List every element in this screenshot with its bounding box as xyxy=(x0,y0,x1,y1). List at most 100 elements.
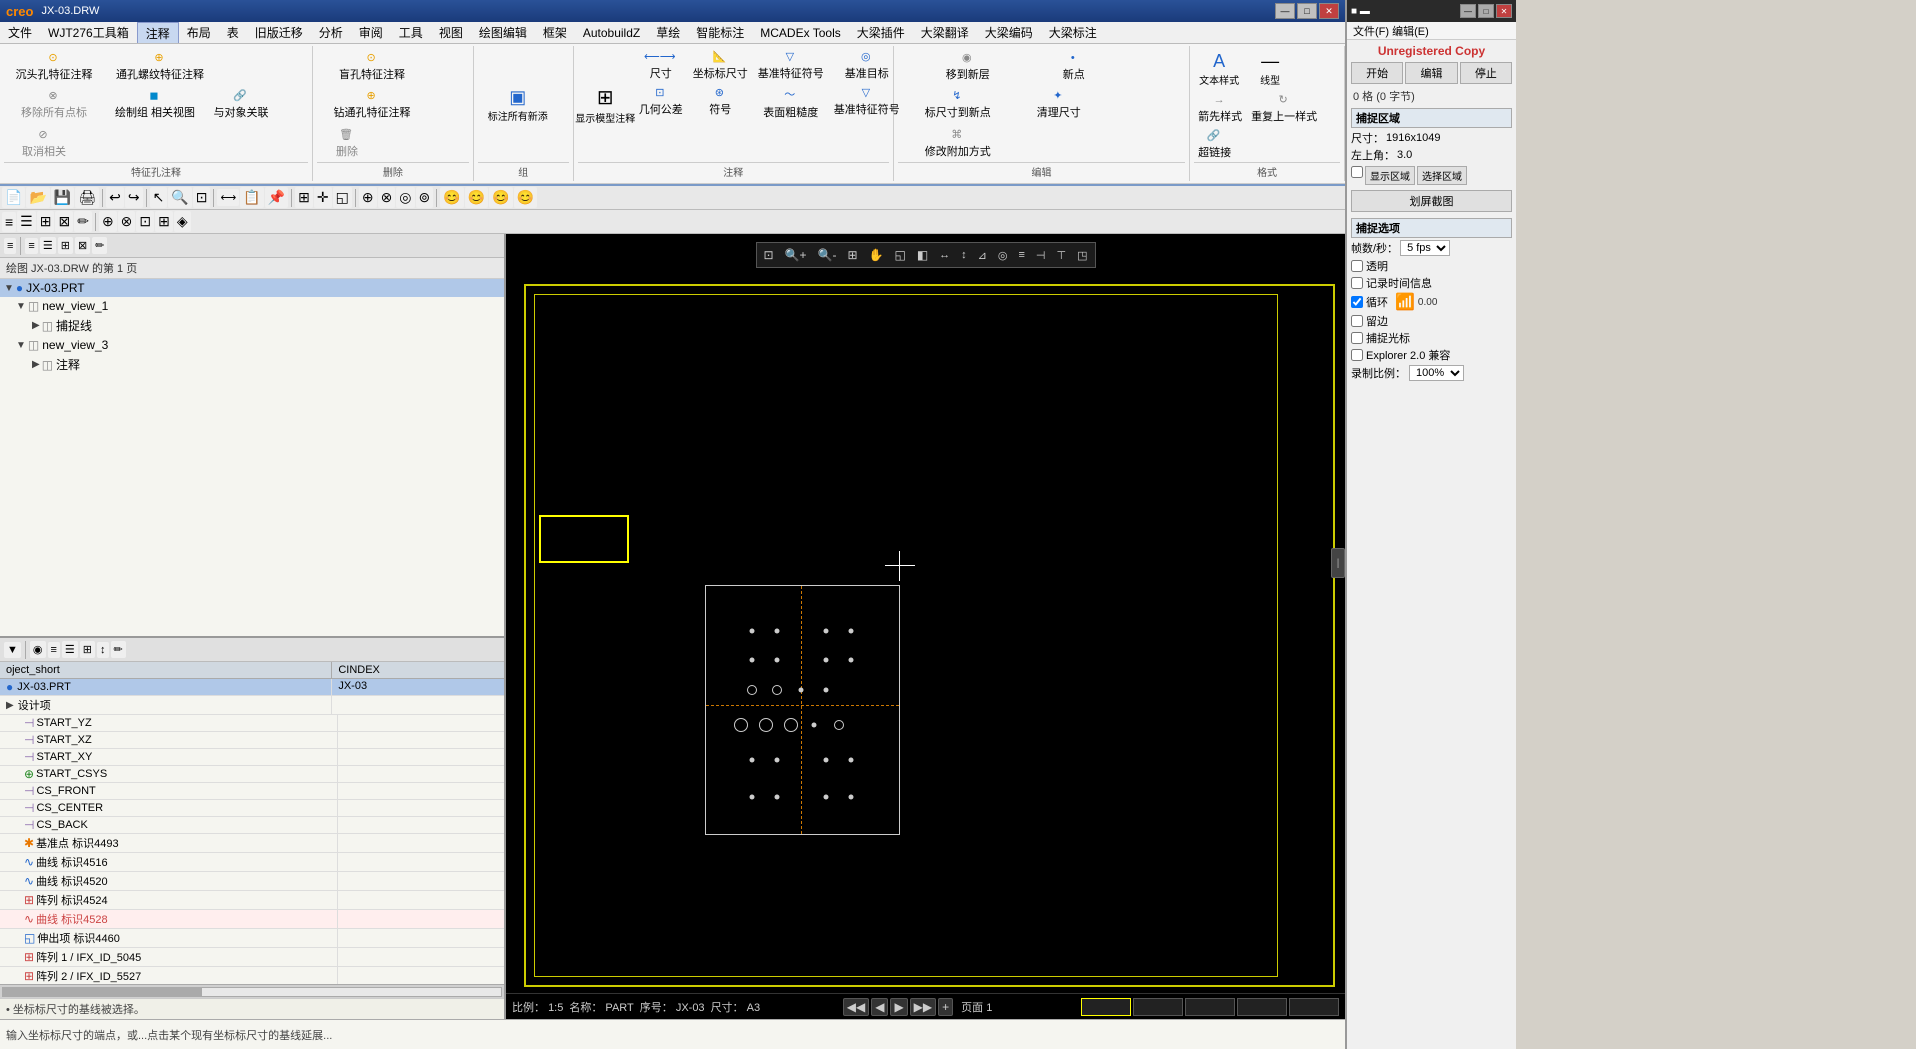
tb-save[interactable]: 💾 xyxy=(51,187,74,208)
tb-more4[interactable]: ⊚ xyxy=(416,187,434,208)
btn-new-point[interactable]: •新点 xyxy=(1039,48,1109,85)
ptb2-list4[interactable]: ⊞ xyxy=(80,641,95,658)
table-row-start-yz[interactable]: ⊣ START_YZ xyxy=(0,715,504,732)
tb2-more3[interactable]: ⊡ xyxy=(136,211,154,232)
btn-through-thread[interactable]: ⊕ 通孔螺纹特征注释 xyxy=(105,48,215,85)
canvas-btn-view[interactable]: ◧ xyxy=(912,245,933,265)
menu-sketch[interactable]: 草绘 xyxy=(648,22,688,43)
tb2-more5[interactable]: ◈ xyxy=(174,211,191,232)
table-row-arr1[interactable]: ⊞ 阵列 1 / IFX_ID_5045 xyxy=(0,948,504,967)
btn-datum-target[interactable]: ◎基准目标 xyxy=(830,48,904,83)
tb-open[interactable]: 📂 xyxy=(26,187,49,208)
btn-show-model-annot[interactable]: ⊞ 显示模型注释 xyxy=(578,48,633,162)
tree-arrow-design[interactable]: ▶ xyxy=(6,700,14,711)
tb-redo[interactable]: ↪ xyxy=(125,187,143,208)
canvas-btn-zoomarea[interactable]: ⊞ xyxy=(842,245,862,265)
tb-snap[interactable]: ✛ xyxy=(314,187,332,208)
ptb2-list2[interactable]: ≡ xyxy=(48,642,60,658)
mini-max-btn[interactable]: □ xyxy=(1478,4,1494,18)
btn-dim-to-new-point[interactable]: ↯标尺寸到新点 xyxy=(898,86,1018,123)
ptb2-list3[interactable]: ☰ xyxy=(62,641,78,658)
tb-smiley3[interactable]: 😊 xyxy=(489,187,512,208)
tree-item-annotation[interactable]: ▶ ◫ 注释 xyxy=(0,354,504,375)
show-area-btn[interactable]: 显示区域 xyxy=(1365,166,1415,185)
menu-annotation[interactable]: 注释 xyxy=(137,22,179,44)
page-last-btn[interactable]: ▶▶ xyxy=(910,998,936,1016)
btn-modify-attach[interactable]: ⌘修改附加方式 xyxy=(898,125,1018,162)
table-row-jx03prt[interactable]: ● JX-03.PRT JX-03 xyxy=(0,679,504,696)
maximize-btn[interactable]: □ xyxy=(1297,3,1317,19)
thumb-5[interactable] xyxy=(1289,998,1339,1016)
thumb-3[interactable] xyxy=(1185,998,1235,1016)
menu-file[interactable]: 文件 xyxy=(0,22,40,43)
canvas-btn-dim3[interactable]: ⊿ xyxy=(973,245,992,265)
menu-view[interactable]: 视图 xyxy=(431,22,471,43)
table-row-cs-front[interactable]: ⊣ CS_FRONT xyxy=(0,783,504,800)
tb2-more1[interactable]: ⊕ xyxy=(99,211,117,232)
tree-arrow-view3[interactable]: ▼ xyxy=(16,340,26,351)
btn-blind-hole[interactable]: ⊙ 盲孔特征注释 xyxy=(317,48,427,85)
ptb2-edit[interactable]: ✏ xyxy=(111,641,126,658)
tb-grid[interactable]: ⊞ xyxy=(295,187,313,208)
page-add-btn[interactable]: + xyxy=(938,998,953,1016)
menu-autobuildz[interactable]: AutobuildZ xyxy=(575,24,648,42)
ptb-edit[interactable]: ✏ xyxy=(92,237,107,254)
table-row-curve-4516[interactable]: ∿ 曲线 标识4516 xyxy=(0,853,504,872)
ptb2-sort[interactable]: ↕ xyxy=(97,642,109,658)
btn-edit-rec[interactable]: 编辑 xyxy=(1405,62,1457,84)
btn-text-style[interactable]: A文本样式 xyxy=(1194,48,1244,90)
ptb-list1[interactable]: ≡ xyxy=(25,238,37,254)
tb2-list5[interactable]: ✏ xyxy=(74,211,92,232)
menu-draw-edit[interactable]: 绘图编辑 xyxy=(471,22,535,43)
table-row-cs-center[interactable]: ⊣ CS_CENTER xyxy=(0,800,504,817)
btn-line-type[interactable]: —线型 xyxy=(1245,48,1295,90)
tree-arrow-jx[interactable]: ▶ xyxy=(32,320,40,331)
transparent-cb[interactable] xyxy=(1351,260,1363,272)
mini-min-btn[interactable]: — xyxy=(1460,4,1476,18)
btn-coord-dim[interactable]: 📐坐标标尺寸 xyxy=(689,48,752,83)
canvas-btn-dim4[interactable]: ◎ xyxy=(993,245,1013,265)
btn-dim[interactable]: ⟵⟶尺寸 xyxy=(635,48,687,83)
tree-item-new-view-3[interactable]: ▼ ◫ new_view_3 xyxy=(0,336,504,354)
split-screen-btn[interactable]: 划屏截图 xyxy=(1351,190,1512,212)
menu-layout[interactable]: 布局 xyxy=(179,22,219,43)
page-next-btn[interactable]: ▶ xyxy=(890,998,907,1016)
menu-tools[interactable]: 工具 xyxy=(391,22,431,43)
btn-repeat-last[interactable]: ↻重复上一样式 xyxy=(1247,91,1321,126)
btn-cancel-assoc[interactable]: ⊘ 取消相关 xyxy=(4,125,84,162)
tb-more3[interactable]: ◎ xyxy=(396,187,414,208)
canvas-btn-pan[interactable]: ✋ xyxy=(864,245,889,265)
btn-countersunk[interactable]: ⊙ 沉头孔特征注释 xyxy=(4,48,104,85)
border-cb[interactable] xyxy=(1351,315,1363,327)
btn-symbol[interactable]: ⊛符号 xyxy=(689,84,752,119)
menu-beam-note[interactable]: 大梁标注 xyxy=(1041,22,1105,43)
tb-undo[interactable]: ↩ xyxy=(106,187,124,208)
tb-zoom-in[interactable]: 🔍 xyxy=(168,187,191,208)
table-row-curve-4528[interactable]: ∿ 曲线 标识4528 xyxy=(0,910,504,929)
close-btn[interactable]: ✕ xyxy=(1319,3,1339,19)
table-row-cs-back[interactable]: ⊣ CS_BACK xyxy=(0,817,504,834)
loop-cb[interactable] xyxy=(1351,296,1363,308)
tb-refit[interactable]: ⊡ xyxy=(193,187,211,208)
menu-smart-dim[interactable]: 智能标注 xyxy=(688,22,752,43)
canvas-btn-dim1[interactable]: ↔ xyxy=(934,245,955,265)
cursor-cb[interactable] xyxy=(1351,332,1363,344)
bottom-scrollbar[interactable] xyxy=(0,984,504,998)
explorer-cb[interactable] xyxy=(1351,349,1363,361)
tb-new[interactable]: 📄 xyxy=(2,187,25,208)
canvas-btn-zoomin[interactable]: 🔍+ xyxy=(780,245,812,265)
thumb-1[interactable] xyxy=(1081,998,1131,1016)
canvas-btn-dim2[interactable]: ↕ xyxy=(956,245,972,265)
menu-frame[interactable]: 框架 xyxy=(535,22,575,43)
table-row-array-4524[interactable]: ⊞ 阵列 标识4524 xyxy=(0,891,504,910)
table-row-arr2[interactable]: ⊞ 阵列 2 / IFX_ID_5527 xyxy=(0,967,504,984)
thumb-4[interactable] xyxy=(1237,998,1287,1016)
menu-beam-code[interactable]: 大梁编码 xyxy=(977,22,1041,43)
table-row-design[interactable]: ▶ 设计项 xyxy=(0,696,504,715)
canvas-btn-dim5[interactable]: ≡ xyxy=(1013,245,1029,265)
menu-mcadex[interactable]: MCADEx Tools xyxy=(752,24,848,42)
btn-move-new-layer[interactable]: ◉移到新层 xyxy=(898,48,1038,85)
btn-datum-feat-sym[interactable]: ▽基准特征符号 xyxy=(754,48,828,83)
tb-layer[interactable]: ◱ xyxy=(333,187,352,208)
menu-table[interactable]: 表 xyxy=(219,22,247,43)
